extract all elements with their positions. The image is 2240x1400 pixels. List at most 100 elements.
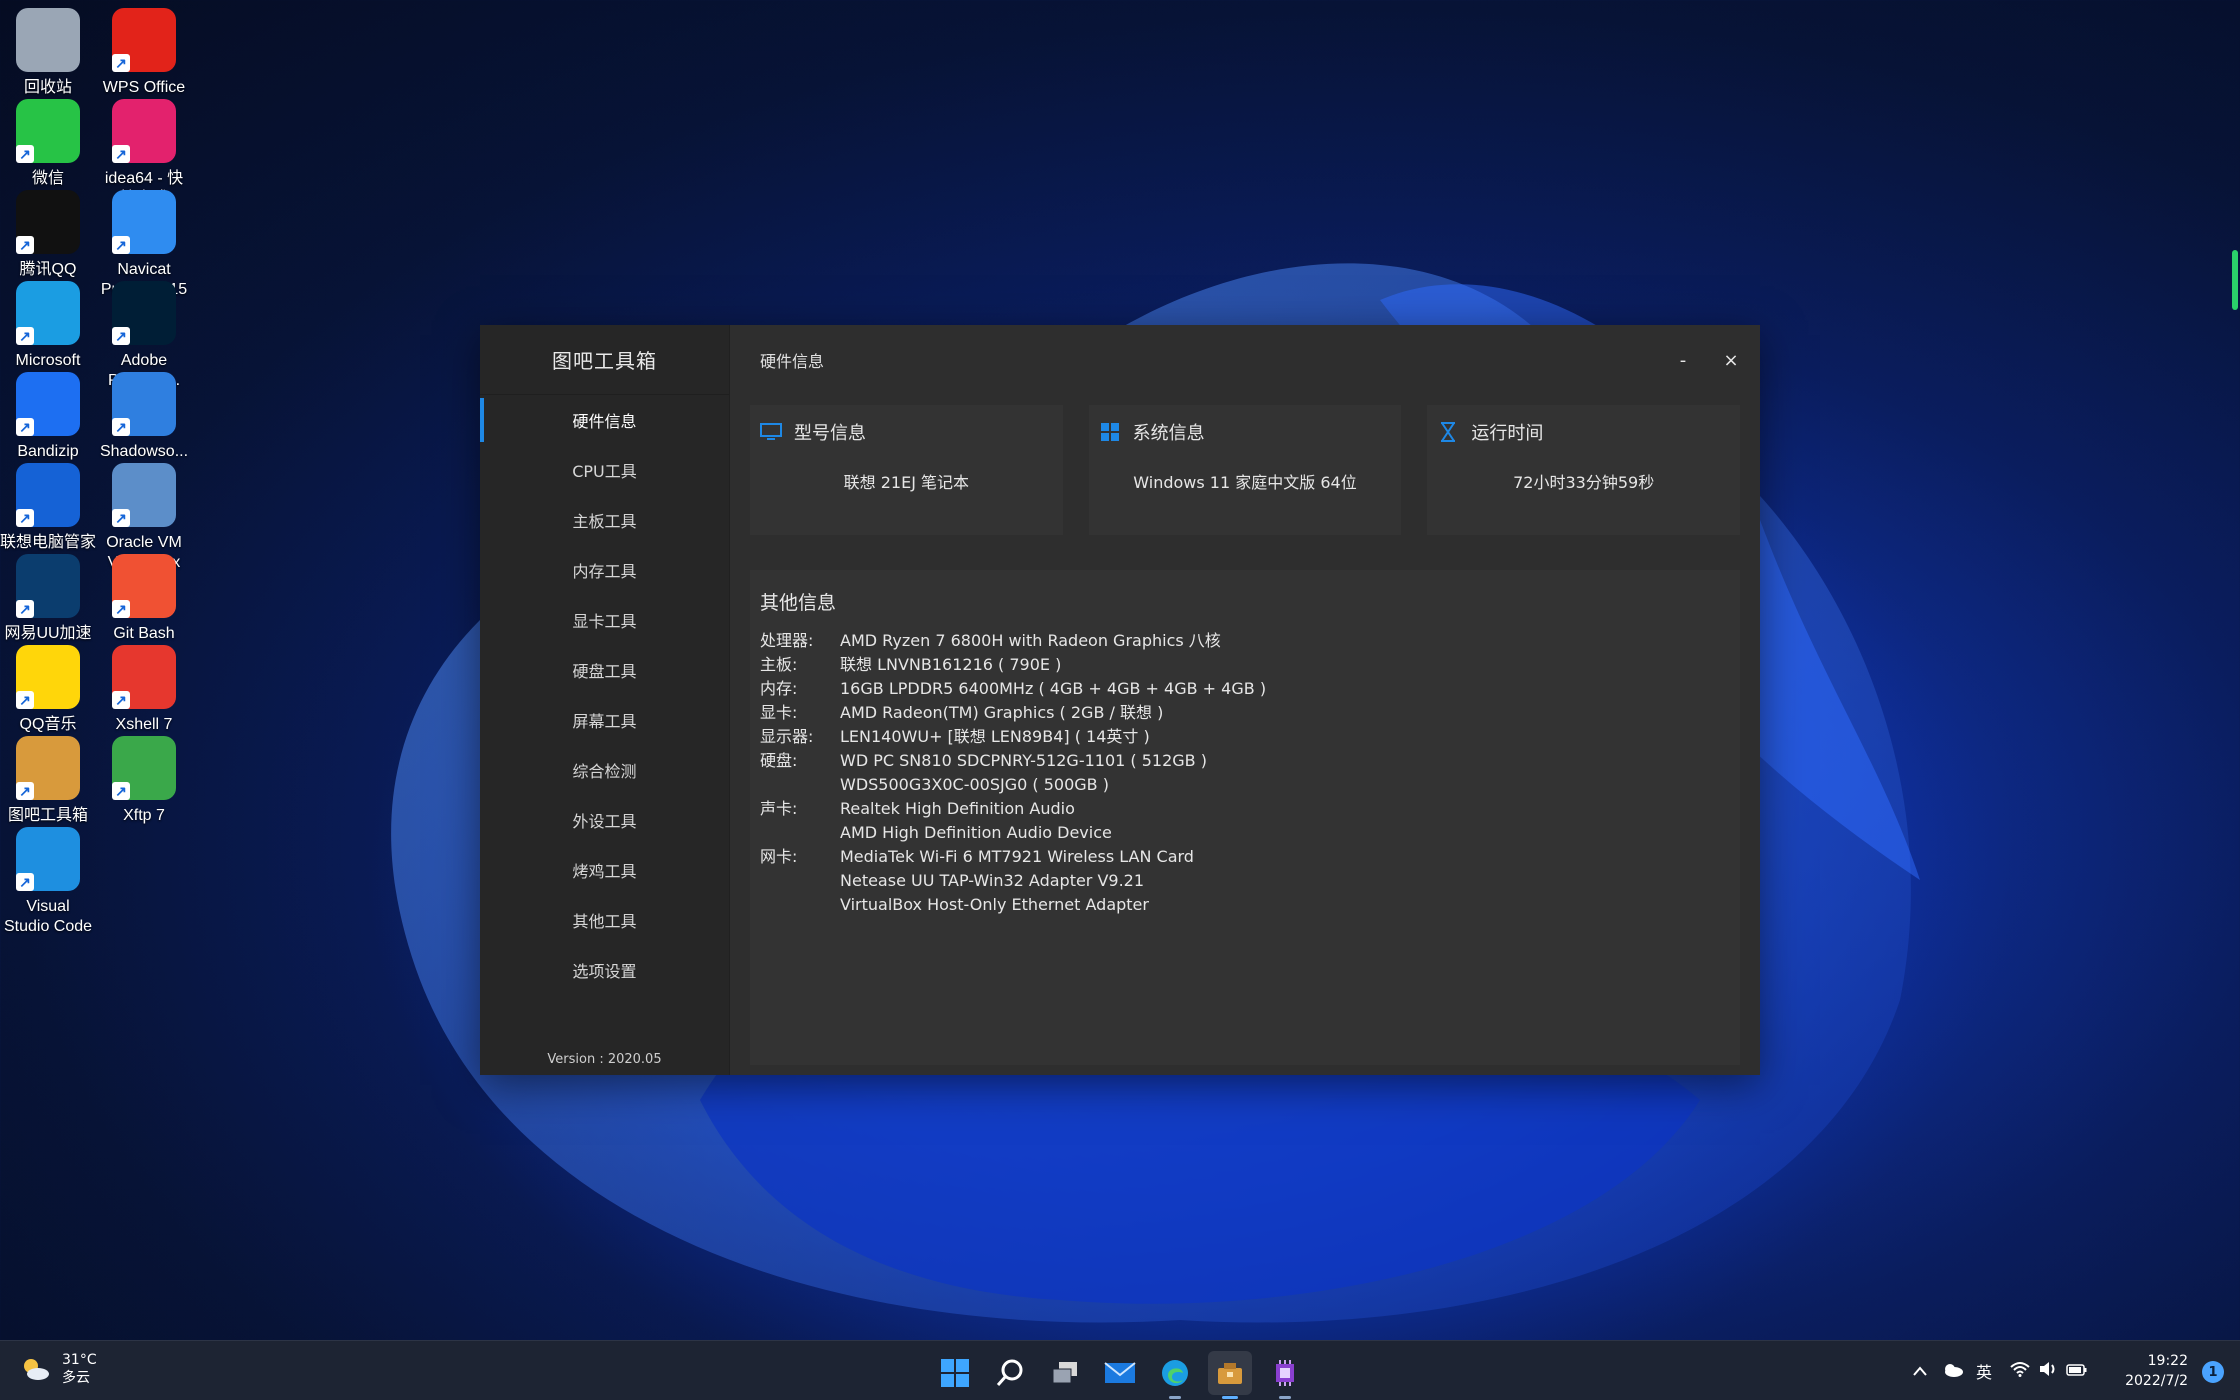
info-row: 显卡: AMD Radeon(TM) Graphics ( 2GB / 联想 ) (760, 701, 1730, 725)
taskbar-tuba-toolbox[interactable] (1208, 1351, 1252, 1399)
windows-start-icon (941, 1359, 969, 1387)
info-key: 主板: (760, 655, 798, 674)
sidebar-item[interactable]: 硬盘工具 (480, 645, 729, 695)
sidebar-item[interactable]: 内存工具 (480, 545, 729, 595)
search-button[interactable] (988, 1351, 1032, 1395)
clock-time: 19:22 (2147, 1353, 2188, 1369)
tuba-toolbox-window: 图吧工具箱 硬件信息 CPU工具 主板工具 内存工具 显卡工具 硬盘工具 屏幕工具 综合检测外… (480, 325, 1760, 1075)
onedrive-icon[interactable] (1942, 1362, 1964, 1381)
desktop-icon-label: QQ音乐 (19, 716, 77, 733)
uptime-card: 运行时间 72小时33分钟59秒 (1427, 405, 1741, 535)
sidebar-item[interactable]: 其他工具 (480, 895, 729, 945)
uu-accelerator-icon: ↗ (16, 554, 80, 618)
partly-cloudy-icon (24, 1359, 49, 1380)
photoshop-icon: ↗ (112, 281, 176, 345)
hourglass-icon (1437, 421, 1459, 443)
wifi-icon[interactable] (2010, 1361, 2030, 1381)
info-row: VirtualBox Host-Only Ethernet Adapter (760, 893, 1730, 917)
intellij-idea-icon: ↗ (112, 99, 176, 163)
sidebar-item[interactable]: 主板工具 (480, 495, 729, 545)
info-row: 硬盘: WD PC SN810 SDCPNRY-512G-1101 ( 512GB… (760, 749, 1730, 773)
shortcut-arrow-icon: ↗ (112, 600, 130, 618)
shortcut-arrow-icon: ↗ (112, 145, 130, 163)
info-value: 16GB LPDDR5 6400MHz ( 4GB + 4GB + 4GB + … (840, 679, 1267, 698)
info-key (760, 773, 840, 797)
main-panel: 硬件信息 - × 型号信息 联想 21EJ 笔记本 系统信息 Windows 1… (730, 325, 1760, 1075)
card-title: 系统信息 (1132, 423, 1205, 444)
info-value: LEN140WU+ [联想 LEN89B4] ( 14英寸 ) (840, 727, 1150, 746)
ime-indicator[interactable]: 英 (1976, 1359, 1992, 1383)
desktop-icon-label: 回收站 (23, 79, 72, 96)
shadowsocks-icon: ↗ (112, 372, 176, 436)
sidebar-item[interactable]: 外设工具 (480, 795, 729, 845)
info-key (760, 869, 840, 893)
other-info-panel: 其他信息 处理器: AMD Ryzen 7 6800H with Radeon G… (750, 570, 1740, 1065)
minimize-button[interactable]: - (1668, 347, 1698, 373)
desktop-icon-label: 腾讯QQ (19, 261, 77, 278)
shortcut-arrow-icon: ↗ (16, 600, 34, 618)
info-row: Netease UU TAP-Win32 Adapter V9.21 (760, 869, 1730, 893)
info-key: 显示器: (760, 727, 814, 746)
virtualbox-icon: ↗ (112, 463, 176, 527)
clock[interactable]: 19:22 2022/7/2 (2125, 1351, 2188, 1391)
taskbar-edge[interactable] (1153, 1351, 1197, 1399)
bandizip-icon: ↗ (16, 372, 80, 436)
shortcut-arrow-icon: ↗ (112, 691, 130, 709)
card-value: Windows 11 家庭中文版 64位 (1133, 473, 1357, 492)
recycle-bin-icon (16, 8, 80, 72)
show-hidden-icons-button[interactable] (1912, 1362, 1928, 1381)
taskbar-cpu-tool[interactable] (1263, 1351, 1307, 1399)
search-icon (996, 1359, 1023, 1386)
shortcut-arrow-icon: ↗ (16, 145, 34, 163)
task-view-icon (1052, 1362, 1077, 1384)
info-value: 联想 LNVNB161216 ( 790E ) (840, 655, 1062, 674)
desktop-scroll-indicator (2232, 250, 2238, 310)
qq-music-icon: ↗ (16, 645, 80, 709)
sidebar-item[interactable]: 显卡工具 (480, 595, 729, 645)
desktop-icon-label: Xshell 7 (115, 716, 173, 733)
sidebar-item[interactable]: 烤鸡工具 (480, 845, 729, 895)
notification-badge[interactable]: 1 (2202, 1361, 2224, 1383)
shortcut-arrow-icon: ↗ (16, 873, 34, 891)
wechat-icon: ↗ (16, 99, 80, 163)
desktop-icon-label: 联想电脑管家 (0, 534, 97, 551)
sidebar-item[interactable]: 综合检测 (480, 745, 729, 795)
sidebar-item[interactable]: 选项设置 (480, 945, 729, 995)
sidebar-item[interactable]: CPU工具 (480, 445, 729, 495)
sidebar-item[interactable]: 硬件信息 (480, 395, 729, 445)
volume-icon[interactable] (2038, 1361, 2058, 1381)
info-value: AMD High Definition Audio Device (840, 823, 1112, 842)
close-button[interactable]: × (1716, 347, 1746, 373)
taskbar-mail[interactable] (1098, 1351, 1142, 1395)
sidebar-item[interactable]: 屏幕工具 (480, 695, 729, 745)
info-row: 主板: 联想 LNVNB161216 ( 790E ) (760, 653, 1730, 677)
wps-office-icon: ↗ (112, 8, 176, 72)
info-key: 声卡: (760, 799, 798, 818)
edge-icon: ↗ (16, 281, 80, 345)
battery-icon[interactable] (2066, 1362, 2088, 1381)
info-key: 处理器: (760, 631, 814, 650)
info-key (760, 893, 840, 917)
desktop-icon-label: Visual Studio Code (3, 898, 93, 935)
desktop-icon[interactable]: ↗ Xftp 7 (96, 736, 192, 856)
info-row: 网卡: MediaTek Wi-Fi 6 MT7921 Wireless LAN … (760, 845, 1730, 869)
info-key (760, 821, 840, 845)
weather-desc: 多云 (62, 1370, 90, 1386)
info-value: MediaTek Wi-Fi 6 MT7921 Wireless LAN Car… (840, 847, 1194, 866)
weather-widget[interactable]: 31°C 多云 (20, 1351, 97, 1387)
start-button[interactable] (933, 1351, 977, 1395)
sidebar: 图吧工具箱 硬件信息 CPU工具 主板工具 内存工具 显卡工具 硬盘工具 屏幕工具 综合检测外… (480, 325, 730, 1075)
info-value: Realtek High Definition Audio (840, 799, 1075, 818)
taskbar: 31°C 多云 英 19:22 2022/7/2 1 (0, 1340, 2240, 1400)
page-title: 硬件信息 (760, 352, 825, 371)
desktop-icon[interactable]: ↗ Visual Studio Code (0, 827, 96, 947)
card-title: 型号信息 (794, 423, 866, 444)
info-row: WDS500G3X0C-00SJG0 ( 500GB ) (760, 773, 1730, 797)
shortcut-arrow-icon: ↗ (16, 327, 34, 345)
card-value: 72小时33分钟59秒 (1513, 473, 1655, 492)
git-bash-icon: ↗ (112, 554, 176, 618)
task-view-button[interactable] (1043, 1351, 1087, 1395)
shortcut-arrow-icon: ↗ (112, 327, 130, 345)
info-value: VirtualBox Host-Only Ethernet Adapter (840, 895, 1149, 914)
desktop-icon-label: Shadowso... (99, 443, 189, 460)
